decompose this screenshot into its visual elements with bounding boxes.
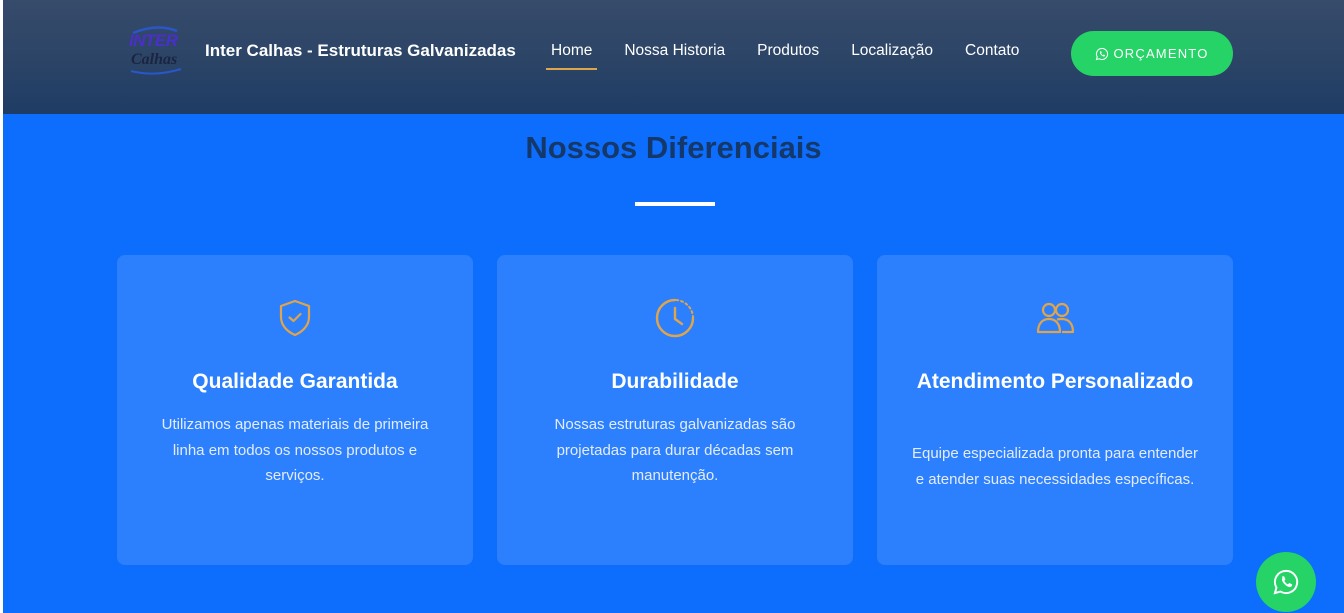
whatsapp-icon [1096, 47, 1109, 60]
title-underline [635, 202, 715, 206]
feature-text: Nossas estruturas galvanizadas são proje… [554, 416, 796, 484]
brand[interactable]: INTER Calhas Inter Calhas - Estruturas G… [127, 25, 516, 77]
section-title: Nossos Diferenciais [525, 130, 822, 165]
page: INTER Calhas Inter Calhas - Estruturas G… [3, 0, 1344, 613]
orcamento-button[interactable]: ORÇAMENTO [1071, 31, 1233, 76]
logo[interactable]: INTER Calhas [127, 25, 189, 77]
clock-icon [655, 298, 695, 338]
feature-title: Atendimento Personalizado [916, 370, 1194, 393]
nav-home[interactable]: Home [545, 36, 598, 70]
feature-card-atendimento: Atendimento Personalizado Equipe especia… [877, 255, 1233, 565]
nav-produtos[interactable]: Produtos [757, 36, 819, 70]
brand-name[interactable]: Inter Calhas - Estruturas Galvanizadas [205, 41, 516, 61]
users-icon [1036, 302, 1075, 334]
logo-text-top: INTER [129, 31, 178, 50]
feature-card-durabilidade: Durabilidade Nossas estruturas galvaniza… [497, 255, 853, 565]
main-nav: Home Nossa Historia Produtos Localização… [545, 36, 1051, 70]
logo-text-bottom: Calhas [131, 51, 178, 68]
feature-text: Equipe especializada pronta para entende… [911, 445, 1199, 488]
feature-title: Qualidade Garantida [192, 370, 398, 393]
whatsapp-icon [1273, 569, 1299, 595]
floating-whatsapp-button[interactable] [1256, 552, 1316, 612]
site-header: INTER Calhas Inter Calhas - Estruturas G… [3, 0, 1344, 114]
shield-check-icon [279, 299, 311, 337]
nav-contato[interactable]: Contato [965, 36, 1019, 70]
nav-localizacao[interactable]: Localização [851, 36, 933, 70]
feature-card-qualidade: Qualidade Garantida Utilizamos apenas ma… [117, 255, 473, 565]
orcamento-button-label: ORÇAMENTO [1113, 46, 1209, 61]
feature-title: Durabilidade [611, 370, 739, 393]
feature-text: Utilizamos apenas materiais de primeira … [161, 416, 429, 484]
nav-nossa-historia[interactable]: Nossa Historia [624, 36, 725, 70]
